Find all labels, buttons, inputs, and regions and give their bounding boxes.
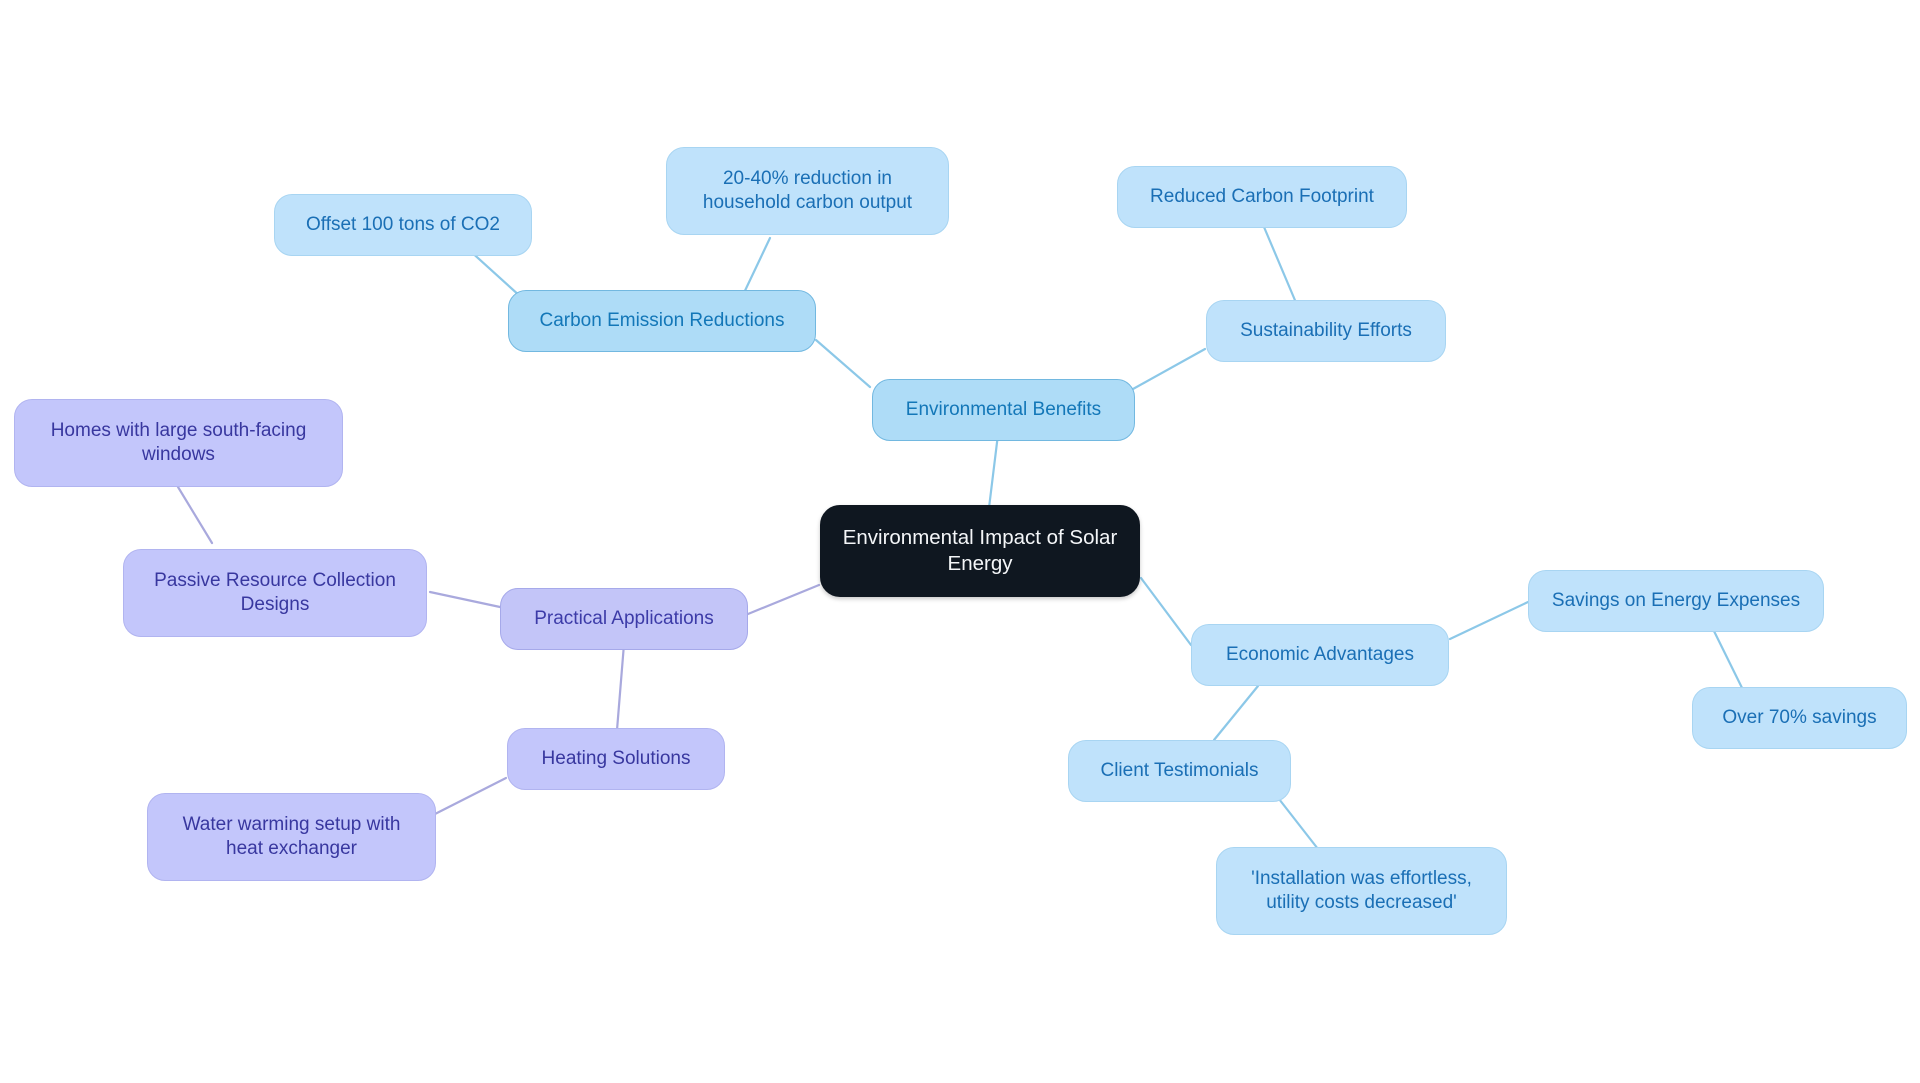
node-carbon-emission-reductions[interactable]: Carbon Emission Reductions: [508, 290, 816, 352]
node-economic-advantages[interactable]: Economic Advantages: [1191, 624, 1449, 686]
node-offset-100-tons-co2[interactable]: Offset 100 tons of CO2: [274, 194, 532, 256]
node-heating-solutions[interactable]: Heating Solutions: [507, 728, 725, 790]
edge-ea-savings-energy-expenses: [1448, 600, 1530, 641]
node-homes-with-south-facing-windows[interactable]: Homes with large south-facing windows: [14, 399, 343, 487]
edge-prd-homes-south-facing: [176, 485, 214, 545]
root-node[interactable]: Environmental Impact of Solar Energy: [820, 505, 1140, 597]
edge-se-reduced-carbon-footprint: [1262, 225, 1299, 307]
node-sustainability-efforts[interactable]: Sustainability Efforts: [1206, 300, 1446, 362]
edge-cer-offset-100-tons: [466, 247, 523, 299]
node-passive-resource-collection-designs[interactable]: Passive Resource Collection Designs: [123, 549, 427, 637]
edge-cer-reduction-household: [740, 236, 772, 299]
node-environmental-benefits[interactable]: Environmental Benefits: [872, 379, 1135, 441]
edge-ea-client-testimonials: [1212, 684, 1260, 742]
edge-root-practical-applications: [746, 583, 821, 616]
node-water-warming-setup[interactable]: Water warming setup with heat exchanger: [147, 793, 436, 881]
edge-root-economic-advantages: [1139, 576, 1193, 647]
node-over-70-percent-savings[interactable]: Over 70% savings: [1692, 687, 1907, 749]
node-installation-testimonial-quote[interactable]: 'Installation was effortless, utility co…: [1216, 847, 1507, 935]
edge-hs-water-warming-setup: [433, 776, 508, 816]
node-client-testimonials[interactable]: Client Testimonials: [1068, 740, 1291, 802]
edge-pa-heating-solutions: [615, 642, 626, 732]
node-savings-on-energy-expenses[interactable]: Savings on Energy Expenses: [1528, 570, 1824, 632]
node-practical-applications[interactable]: Practical Applications: [500, 588, 748, 650]
edge-eb-carbon-emission-reductions: [814, 338, 872, 389]
mindmap-canvas: Environmental Impact of Solar Energy Env…: [0, 0, 1920, 1083]
node-reduction-household-carbon-output[interactable]: 20-40% reduction in household carbon out…: [666, 147, 949, 235]
edge-pa-passive-resource-designs: [428, 590, 502, 609]
node-reduced-carbon-footprint[interactable]: Reduced Carbon Footprint: [1117, 166, 1407, 228]
edge-eb-sustainability-efforts: [1131, 347, 1207, 391]
